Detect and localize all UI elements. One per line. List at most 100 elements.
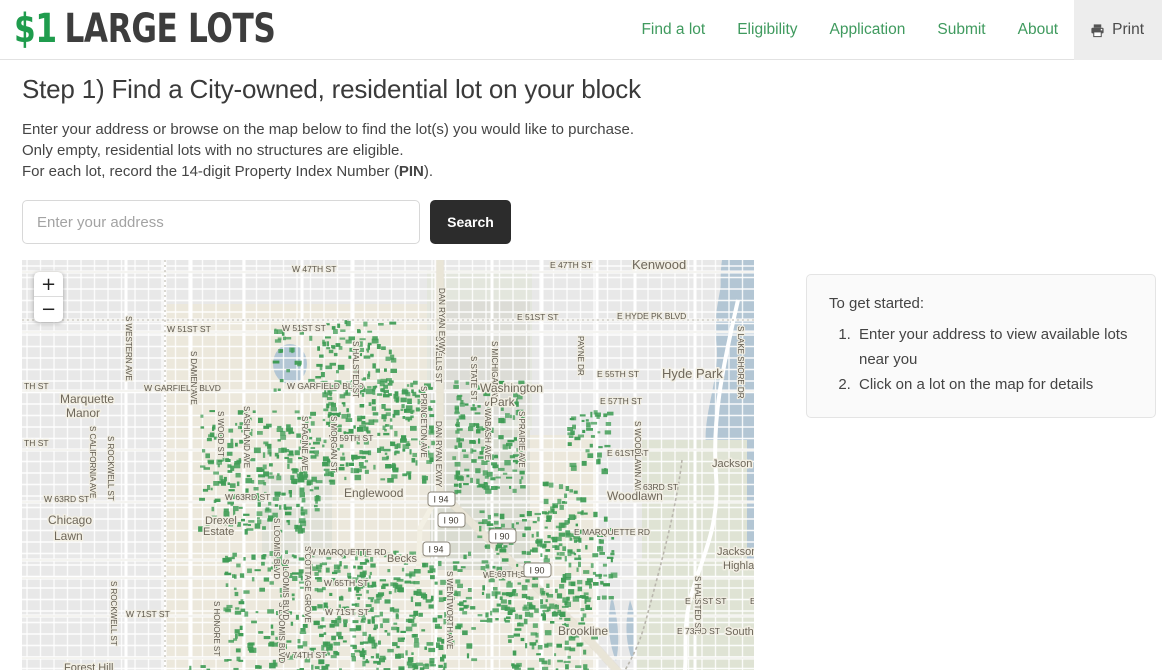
svg-text:Lawn: Lawn	[54, 529, 83, 543]
map-zoom-control: + −	[34, 272, 63, 322]
svg-text:Highlands: Highlands	[723, 560, 754, 572]
panel-step-2: Click on a lot on the map for details	[855, 372, 1135, 397]
svg-text:S HALSTED ST: S HALSTED ST	[693, 576, 702, 633]
svg-text:Hyde Park: Hyde Park	[662, 366, 723, 381]
nav-about[interactable]: About	[1002, 0, 1075, 60]
svg-text:W 51ST ST: W 51ST ST	[167, 324, 211, 334]
svg-text:PAYNE DR: PAYNE DR	[576, 336, 585, 376]
svg-text:DAN RYAN EXWY: DAN RYAN EXWY	[434, 421, 443, 488]
print-button-label: Print	[1112, 21, 1144, 38]
svg-text:S ROCKWELL ST: S ROCKWELL ST	[109, 581, 118, 646]
svg-text:TH ST: TH ST	[24, 381, 49, 391]
nav-submit[interactable]: Submit	[921, 0, 1001, 60]
svg-text:TH ST: TH ST	[24, 438, 49, 448]
svg-text:Chicago: Chicago	[48, 513, 92, 527]
intro-line-1: Enter your address or browse on the map …	[22, 121, 634, 138]
zoom-out-button[interactable]: −	[34, 297, 63, 322]
svg-text:W GARFIELD BLVD: W GARFIELD BLVD	[144, 383, 221, 393]
print-button[interactable]: Print	[1074, 0, 1162, 60]
svg-text:S WOODLAWN AVE: S WOODLAWN AVE	[633, 421, 642, 494]
svg-text:E HYDE PK BLVD: E HYDE PK BLVD	[617, 311, 686, 321]
search-input[interactable]	[22, 200, 420, 244]
svg-text:Washington: Washington	[480, 381, 543, 395]
svg-text:E 57TH ST: E 57TH ST	[600, 396, 642, 406]
zoom-in-button[interactable]: +	[34, 272, 63, 297]
svg-text:Estate: Estate	[203, 526, 234, 538]
svg-text:W 63RD ST: W 63RD ST	[225, 492, 270, 502]
panel-step-1: Enter your address to view available lot…	[855, 322, 1135, 372]
svg-text:W 74TH ST: W 74TH ST	[282, 650, 326, 660]
nav-eligibility[interactable]: Eligibility	[721, 0, 813, 60]
svg-text:Englewood: Englewood	[344, 486, 403, 500]
svg-text:Kenwood: Kenwood	[632, 260, 686, 272]
svg-text:S HALSTED ST: S HALSTED ST	[351, 341, 360, 398]
svg-text:S PRAIRIE AVE: S PRAIRIE AVE	[517, 411, 526, 468]
panel-heading: To get started:	[829, 295, 925, 312]
svg-text:E 71S: E 71S	[750, 596, 754, 606]
svg-text:I 94: I 94	[433, 495, 448, 505]
svg-text:S LOOMIS BLVD: S LOOMIS BLVD	[281, 559, 290, 620]
svg-text:W 47TH ST: W 47TH ST	[292, 264, 336, 274]
svg-text:S STATE ST: S STATE ST	[469, 356, 478, 401]
nav-application[interactable]: Application	[814, 0, 922, 60]
page-title: Step 1) Find a City-owned, residential l…	[22, 74, 641, 104]
svg-text:I 90: I 90	[529, 566, 544, 576]
svg-text:Woodlawn: Woodlawn	[607, 489, 663, 503]
logo-dollar-text: $1	[14, 6, 57, 52]
svg-text:I 94: I 94	[428, 545, 443, 555]
svg-text:S COTTAGE GROVE: S COTTAGE GROVE	[303, 546, 312, 623]
svg-text:S PRINCETON AVE: S PRINCETON AVE	[419, 386, 428, 458]
svg-text:S MORGAN ST: S MORGAN ST	[329, 416, 338, 472]
panel-step-list: Enter your address to view available lot…	[829, 322, 1135, 397]
svg-text:S LAKE SHORE DR: S LAKE SHORE DR	[736, 326, 745, 399]
svg-text:S CALIFORNIA AVE: S CALIFORNIA AVE	[88, 426, 97, 498]
svg-text:W MARQUETTE RD: W MARQUETTE RD	[308, 547, 386, 557]
svg-text:South Shore: South Shore	[725, 626, 754, 638]
svg-text:Becks: Becks	[387, 553, 417, 565]
svg-text:Brookline: Brookline	[558, 624, 608, 638]
svg-text:W 51ST ST: W 51ST ST	[282, 323, 326, 333]
svg-text:E 51ST ST: E 51ST ST	[517, 312, 558, 322]
svg-text:Park: Park	[490, 395, 516, 409]
svg-text:W 71ST ST: W 71ST ST	[325, 607, 369, 617]
svg-text:W 71ST ST: W 71ST ST	[126, 609, 170, 619]
svg-text:E 47TH ST: E 47TH ST	[550, 260, 592, 270]
printer-icon	[1090, 23, 1105, 38]
svg-text:S HONORE ST: S HONORE ST	[212, 601, 221, 656]
svg-text:E 71ST ST: E 71ST ST	[685, 596, 726, 606]
svg-text:S DAMEN AVE: S DAMEN AVE	[189, 351, 198, 405]
svg-text:W 65TH ST: W 65TH ST	[324, 578, 368, 588]
svg-text:Jackson Park: Jackson Park	[712, 458, 754, 470]
page-body: Step 1) Find a City-owned, residential l…	[0, 60, 1162, 670]
address-search-row: Search	[22, 200, 1162, 244]
svg-text:S ROCKWELL ST: S ROCKWELL ST	[106, 436, 115, 501]
svg-text:Forest Hill: Forest Hill	[64, 662, 114, 670]
svg-text:S WOOD ST: S WOOD ST	[216, 411, 225, 457]
svg-text:DAN RYAN EXWY: DAN RYAN EXWY	[437, 288, 446, 355]
pin-abbreviation: PIN	[398, 163, 424, 180]
svg-text:S ASHLAND AVE: S ASHLAND AVE	[242, 406, 251, 468]
site-header: $1 LARGE LOTS Find a lot Eligibility Appl…	[0, 0, 1162, 60]
logo-name-text: LARGE LOTS	[64, 6, 276, 52]
svg-text:E MARQUETTE RD: E MARQUETTE RD	[574, 527, 650, 537]
intro-line-3-post: ).	[423, 163, 434, 180]
svg-text:I 90: I 90	[443, 516, 458, 526]
svg-text:W 63RD ST: W 63RD ST	[44, 494, 89, 504]
svg-text:S RACINE AVE: S RACINE AVE	[300, 416, 309, 471]
get-started-panel: To get started: Enter your address to vi…	[806, 274, 1156, 418]
nav-find-a-lot[interactable]: Find a lot	[625, 0, 721, 60]
lots-map[interactable]: W 47TH ST E 47TH ST W 51ST ST W 51ST ST E 51…	[22, 260, 754, 670]
svg-text:E 55TH ST: E 55TH ST	[597, 369, 639, 379]
intro-line-2: Only empty, residential lots with no str…	[22, 142, 404, 159]
search-button[interactable]: Search	[430, 200, 511, 244]
svg-text:S LOOMIS BLVD: S LOOMIS BLVD	[272, 518, 281, 579]
site-logo[interactable]: $1 LARGE LOTS	[14, 4, 276, 54]
intro-line-3-pre: For each lot, record the 14-digit Proper…	[22, 163, 399, 180]
svg-text:S WESTERN AVE: S WESTERN AVE	[124, 316, 133, 381]
svg-text:S WENTWORTH AVE: S WENTWORTH AVE	[445, 571, 454, 649]
svg-text:Marquette: Marquette	[60, 392, 114, 406]
intro-line-3: For each lot, record the 14-digit Proper…	[22, 161, 1162, 182]
main-navigation: Find a lot Eligibility Application Submi…	[625, 0, 1162, 60]
svg-text:I 90: I 90	[494, 532, 509, 542]
svg-text:Manor: Manor	[66, 406, 100, 420]
